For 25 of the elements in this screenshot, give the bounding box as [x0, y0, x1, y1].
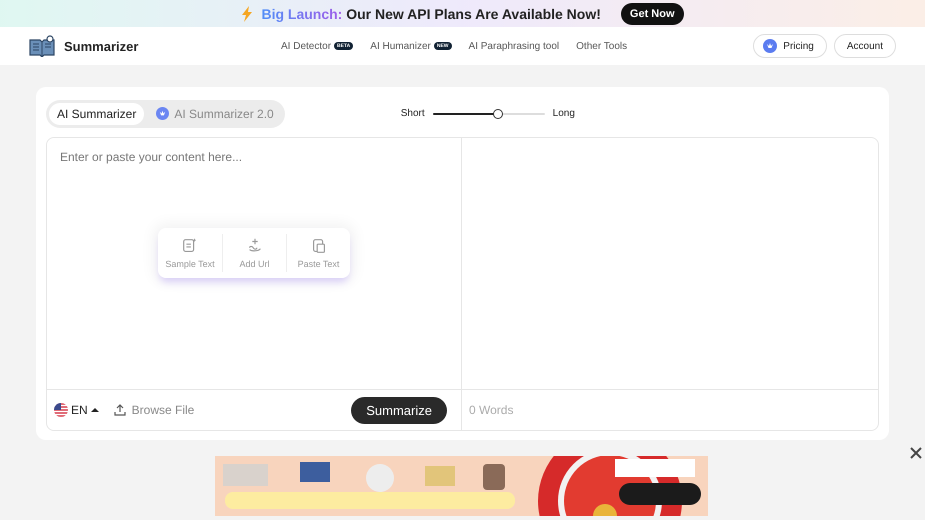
crown-icon	[156, 107, 170, 120]
long-label: Long	[552, 108, 575, 119]
account-button[interactable]: Account	[834, 34, 896, 58]
pricing-button[interactable]: Pricing	[753, 34, 827, 58]
mode-tab[interactable]: AI Summarizer	[49, 102, 144, 124]
length-slider[interactable]	[432, 108, 545, 118]
caret-icon	[90, 407, 99, 413]
close-icon[interactable]	[909, 446, 923, 460]
brand-name[interactable]: Summarizer	[64, 38, 138, 54]
short-label: Short	[400, 108, 425, 119]
crown-icon	[763, 39, 778, 53]
lightning-icon	[241, 6, 254, 22]
nav-link[interactable]: Other Tools	[576, 40, 628, 52]
upload-icon	[114, 404, 126, 416]
word-count: 0 Words	[469, 403, 514, 417]
browse-file-button[interactable]: Browse File	[108, 402, 200, 418]
book-icon	[28, 35, 56, 57]
language-selector[interactable]: EN	[54, 403, 99, 417]
nav-link[interactable]: AI Paraphrasing tool	[468, 40, 560, 52]
get-now-button[interactable]: Get Now	[620, 2, 684, 24]
document-icon	[181, 237, 199, 255]
flag-icon	[54, 403, 68, 417]
announcement-text: Big Launch: Our New API Plans Are Available Now!	[261, 6, 601, 22]
summarize-button[interactable]: Summarize	[351, 396, 447, 424]
text-editor[interactable]: Enter or paste your content here... Sample Text Add Url Paste Text EN Browse File Summarize 0 Words	[46, 137, 879, 431]
